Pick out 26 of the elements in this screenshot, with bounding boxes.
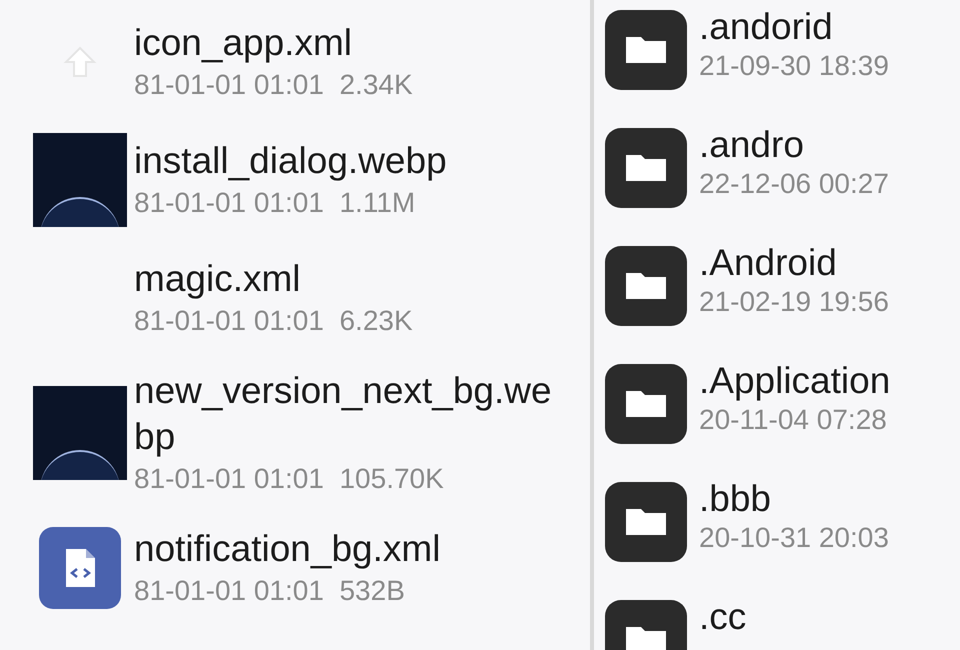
- file-details: 81-01-01 01:01 2.34K: [134, 68, 414, 102]
- folder-icon: [605, 10, 687, 90]
- file-details: 81-01-01 01:01 105.70K: [134, 462, 445, 496]
- file-name: magic.xml: [134, 257, 302, 301]
- folder-date: 22-12-06 00:27: [699, 167, 889, 201]
- folder-icon: [605, 128, 687, 208]
- file-name: notification_bg.xml: [134, 527, 442, 571]
- file-name: install_dialog.webp: [134, 139, 448, 183]
- folder-date: 20-10-31 20:03: [699, 521, 889, 555]
- file-row[interactable]: icon_app.xml 81-01-01 01:01 2.34K: [32, 14, 590, 110]
- folder-icon: [605, 482, 687, 562]
- folder-date: 20-11-04 07:28: [699, 403, 888, 437]
- file-details: 81-01-01 01:01 1.11M: [134, 186, 416, 220]
- file-details: 81-01-01 01:01 532B: [134, 574, 406, 608]
- folder-icon: [605, 246, 687, 326]
- file-row[interactable]: install_dialog.webp 81-01-01 01:01 1.11M: [32, 132, 590, 228]
- file-name: new_version_next_bg.webp: [134, 369, 553, 459]
- folder-icon: [605, 364, 687, 444]
- folder-date: 21-09-30 18:39: [699, 49, 889, 83]
- file-row[interactable]: new_version_next_bg.webp 81-01-01 01:01 105.70K: [32, 368, 590, 498]
- file-details: 81-01-01 01:01 6.23K: [134, 304, 414, 338]
- file-name: icon_app.xml: [134, 21, 354, 65]
- code-file-icon: [39, 527, 121, 609]
- file-row[interactable]: notification_bg.xml 81-01-01 01:01 532B: [32, 520, 590, 616]
- folder-date: 21-02-19 19:56: [699, 285, 889, 319]
- file-row[interactable]: magic.xml 81-01-01 01:01 6.23K: [32, 250, 590, 346]
